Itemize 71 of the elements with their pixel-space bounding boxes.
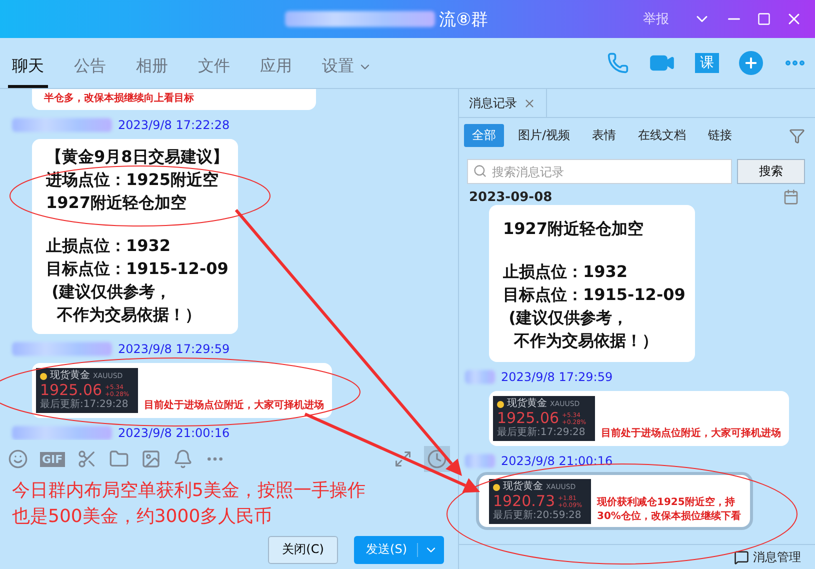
close-icon[interactable] <box>523 96 536 110</box>
message-icon <box>734 550 749 564</box>
expand-icon[interactable] <box>394 450 412 468</box>
send-button[interactable]: 发送(S) <box>354 536 444 564</box>
message-line: 止损点位：1932 <box>503 261 629 283</box>
message-time: 2023/9/8 17:22:28 <box>118 118 230 132</box>
message-time: 2023/9/8 17:29:59 <box>118 342 230 356</box>
message-line: (建议仅供参考， <box>508 307 629 329</box>
tab[interactable]: 公告 <box>70 56 110 88</box>
tab[interactable]: 相册 <box>132 56 172 88</box>
draft-text: 也是500美金，约3000多人民币 <box>12 505 274 529</box>
course-button[interactable]: 课 <box>695 53 719 73</box>
message-time: 2023/9/8 17:29:59 <box>501 370 613 384</box>
redacted-name <box>465 370 495 384</box>
gif-button[interactable]: GIF <box>40 452 65 466</box>
filter-icon[interactable] <box>789 128 805 144</box>
filter-tab[interactable]: 全部 <box>464 124 504 147</box>
close-button[interactable]: 关闭(C) <box>268 536 338 564</box>
card-price: 1925.06 <box>497 410 560 427</box>
card-name: 现货黄金 <box>50 370 90 382</box>
date-label: 2023-09-08 <box>469 190 552 204</box>
message-bubble: 半仓多，改保本损继续向上看目标 <box>32 89 316 110</box>
window-title: 流⑧群 <box>439 8 488 30</box>
bell-icon[interactable] <box>172 449 193 469</box>
card-updated: 最后更新:20:59:28 <box>493 510 582 522</box>
filter-tab[interactable]: 图片/视频 <box>510 124 578 147</box>
message-line: 【黄金9月8日交易建议】 <box>46 146 228 168</box>
scissors-icon[interactable] <box>76 449 97 469</box>
tab[interactable]: 设置 <box>318 56 376 88</box>
coin-icon <box>493 484 500 490</box>
card-name: 现货黄金 <box>507 398 547 410</box>
message-line: (建议仅供参考， <box>50 281 172 303</box>
card-price: 1925.06 <box>40 382 102 399</box>
card-price: 1920.73 <box>493 493 556 510</box>
search-field[interactable]: 搜索消息记录 <box>467 159 732 184</box>
message-manage-link[interactable]: 消息管理 <box>753 548 801 566</box>
calendar-icon[interactable] <box>783 189 799 205</box>
report-link[interactable]: 举报 <box>643 10 669 28</box>
tab[interactable]: 应用 <box>256 56 296 88</box>
message-line: 目标点位：1915-12-09 <box>503 284 686 306</box>
card-updated: 最后更新:17:29:28 <box>497 427 586 439</box>
message-line: 进场点位：1925附近空 <box>46 169 220 191</box>
search-icon <box>473 164 487 178</box>
add-icon[interactable] <box>739 51 763 75</box>
message-time: 2023/9/8 21:00:16 <box>118 426 230 440</box>
message-caption: 目前处于进场点位附近，大家可择机进场 <box>144 399 324 413</box>
message-line: 1927附近轻仓加空 <box>46 192 188 214</box>
card-updated: 最后更新:17:29:28 <box>40 399 130 411</box>
message-caption: 现价获利减仓1925附近空，持30%仓位，改保本损位继续下看 <box>597 496 742 524</box>
message-line: 不作为交易依据！） <box>56 304 202 326</box>
redacted-name <box>465 454 495 468</box>
message-line: 止损点位：1932 <box>46 235 172 257</box>
card-name: 现货黄金 <box>503 481 543 493</box>
search-button[interactable]: 搜索 <box>737 159 805 184</box>
filter-tab[interactable]: 表情 <box>584 124 624 147</box>
message-line: 目标点位：1915-12-09 <box>46 258 228 280</box>
filter-tab[interactable]: 在线文档 <box>630 124 694 147</box>
message-caption: 目前处于进场点位附近，大家可择机进场 <box>601 427 781 441</box>
smiley-icon[interactable] <box>8 449 28 469</box>
image-icon[interactable] <box>140 449 161 469</box>
message-line: 1927附近轻仓加空 <box>503 218 645 240</box>
coin-icon <box>40 372 47 380</box>
folder-icon[interactable] <box>108 449 129 469</box>
history-tab[interactable]: 消息记录 <box>459 89 547 117</box>
filter-tab[interactable]: 链接 <box>700 124 740 147</box>
draft-text: 今日群内布局空单获利5美金，按照一手操作 <box>12 479 366 503</box>
tab[interactable]: 文件 <box>194 56 234 88</box>
phone-icon[interactable] <box>607 52 629 74</box>
coin-icon <box>497 400 504 408</box>
message-line: 不作为交易依据！） <box>512 330 660 352</box>
maximize-icon[interactable] <box>757 12 771 26</box>
